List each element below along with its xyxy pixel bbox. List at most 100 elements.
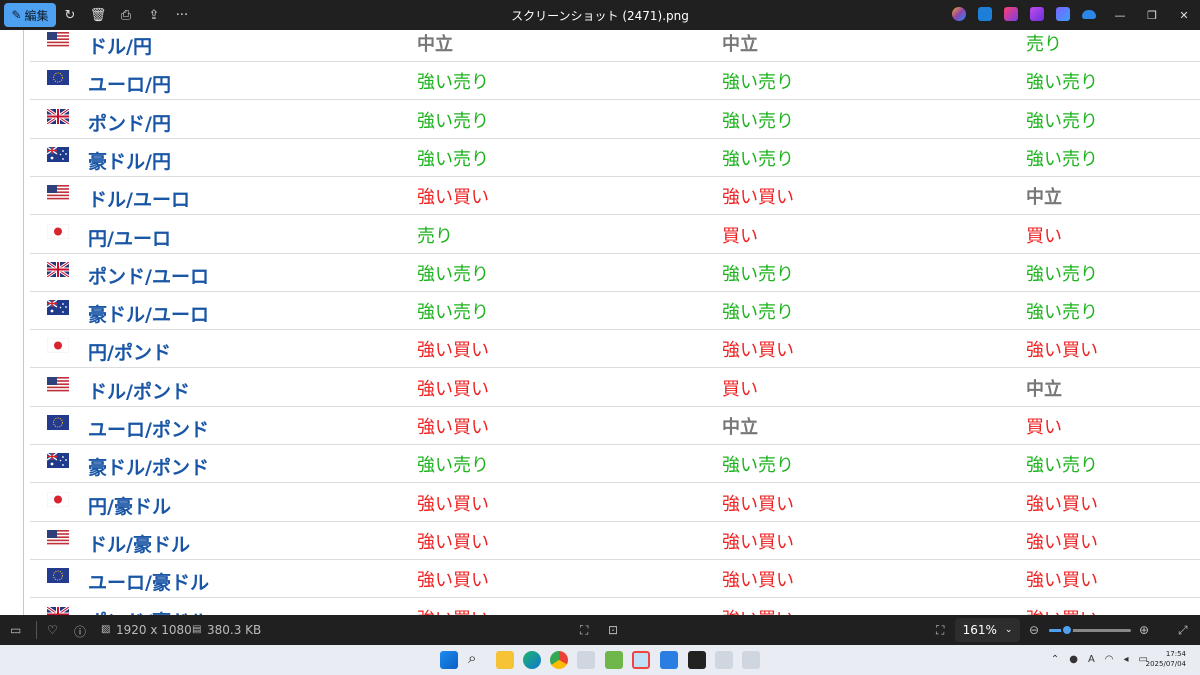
signal-cell: 強い買い (417, 605, 489, 616)
chevron-up-icon[interactable]: ⌃ (1051, 654, 1059, 665)
currency-pair: ポンド/円 (88, 112, 171, 135)
us-flag-icon (47, 185, 69, 201)
designer-icon[interactable] (978, 7, 992, 21)
ime-icon[interactable]: A (1088, 654, 1095, 665)
filmstrip-icon[interactable]: ▭ (10, 623, 21, 637)
heart-icon[interactable]: ♡ (47, 623, 58, 637)
signal-cell: 強い売り (1026, 72, 1098, 94)
photos-icon[interactable] (1056, 7, 1070, 21)
fullscreen-icon[interactable]: ⤢ (1178, 623, 1188, 638)
fit-screen-icon[interactable]: ⛶ (936, 623, 944, 638)
share-icon[interactable]: ⇪ (140, 3, 168, 27)
table-row: 円/ユーロ 売り 買い 買い (30, 216, 1200, 254)
close-icon[interactable]: ✕ (1168, 0, 1200, 30)
clipchamp-icon[interactable] (1004, 7, 1018, 21)
signal-cell: 強い買い (417, 378, 489, 400)
file-icon: ▤ (192, 624, 202, 635)
currency-pair: ドル/豪ドル (88, 533, 190, 556)
signal-cell: 強い売り (1026, 110, 1098, 132)
currency-pair: ユーロ/円 (88, 74, 171, 97)
signal-cell: 強い売り (417, 148, 489, 170)
file-size: 380.3 KB (207, 623, 262, 637)
currency-pair: ドル/ユーロ (88, 189, 190, 212)
signal-cell: 買い (1026, 225, 1062, 247)
pencil-icon: ✎ (11, 8, 22, 22)
signal-cell: 強い買い (722, 531, 794, 553)
signal-cell: 強い売り (722, 263, 794, 285)
signal-cell: 強い売り (1026, 302, 1098, 324)
signal-cell: 強い売り (417, 302, 489, 324)
photos-app-icon[interactable] (660, 651, 678, 669)
currency-pair: ドル/ポンド (88, 380, 190, 403)
currency-pair: ユーロ/ポンド (88, 419, 209, 441)
table-row: ドル/円 中立 中立 売り (30, 30, 1200, 62)
minimize-icon[interactable]: — (1104, 0, 1136, 30)
zoom-out-icon[interactable]: ⊖ (1029, 623, 1039, 637)
zoom-slider-handle[interactable] (1061, 624, 1074, 636)
zoom-in-icon[interactable]: ⊕ (1139, 623, 1149, 637)
table-row: 豪ドル/円 強い売り 強い売り 強い売り (30, 139, 1200, 177)
info-icon[interactable]: ⓘ (74, 623, 86, 640)
screen-select-icon[interactable]: ⛶ (580, 623, 588, 638)
zoom-value: 161% (962, 623, 997, 637)
sticky-notes-icon[interactable] (688, 651, 706, 669)
signal-cell: 強い売り (1026, 263, 1098, 285)
app-icon[interactable] (742, 651, 760, 669)
japan-flag-icon (46, 491, 70, 507)
eu-flag-icon (47, 568, 69, 584)
print-icon[interactable]: ⎙ (112, 3, 140, 27)
notepad-plus-icon[interactable] (605, 651, 623, 669)
uk-flag-icon (46, 107, 70, 125)
signal-cell: 強い買い (722, 340, 794, 362)
notepad-icon[interactable] (632, 651, 650, 669)
signal-cell: 中立 (1026, 378, 1062, 400)
edit-label: 編集 (24, 8, 49, 23)
app-icon[interactable] (577, 651, 595, 669)
volume-icon[interactable]: ◂ (1124, 654, 1129, 665)
eu-flag-icon (47, 415, 69, 430)
wifi-icon[interactable]: ◠ (1105, 654, 1114, 665)
search-icon[interactable]: ⌕ (468, 649, 486, 667)
security-icon[interactable]: ● (1069, 654, 1078, 665)
zoom-dropdown[interactable]: 161% ⌄ (955, 618, 1020, 642)
uk-flag-icon (46, 260, 70, 279)
signal-cell: 強い売り (722, 455, 794, 477)
signal-cell: 中立 (1026, 187, 1062, 209)
start-icon[interactable] (440, 651, 458, 669)
australia-flag-icon (46, 146, 69, 162)
currency-pair: 豪ドル/ポンド (88, 457, 209, 480)
signal-cell: 中立 (722, 417, 758, 438)
more-icon[interactable]: ··· (168, 3, 196, 27)
us-flag-icon (47, 32, 69, 47)
trash-icon[interactable]: 🗑 (84, 3, 112, 27)
maximize-icon[interactable]: ❐ (1136, 0, 1168, 30)
zoom-slider[interactable] (1049, 624, 1131, 636)
us-flag-icon (47, 376, 69, 392)
app-icon[interactable] (715, 651, 733, 669)
taskbar: ⌕ ⌃ ● A ◠ ◂ ▭ 17:54 2025/07/04 (0, 645, 1200, 675)
copilot-icon[interactable] (952, 7, 966, 21)
signal-cell: 強い売り (722, 72, 794, 94)
signal-cell: 強い買い (417, 493, 489, 515)
status-bar: ▭ ♡ ⓘ ▨ 1920 x 1080 ▤ 380.3 KB ⛶ ⊡ ⛶ 161… (0, 615, 1200, 645)
file-explorer-icon[interactable] (496, 651, 514, 669)
text-scan-icon[interactable]: ⊡ (608, 623, 618, 637)
rotate-icon[interactable]: ↻ (56, 3, 84, 27)
divider (36, 621, 37, 639)
edge-icon[interactable] (523, 651, 541, 669)
signal-cell: 中立 (417, 34, 453, 55)
table-row: ポンド/円 強い売り 強い売り 強い売り (30, 101, 1200, 139)
currency-pair: 豪ドル/円 (88, 150, 171, 173)
clock-date: 2025/07/04 (1145, 660, 1186, 668)
image-canvas: ドル/円 中立 中立 売り ユーロ/円 強い売り 強い売り 強い売り ポンド/円 強い売り 強い売り… (0, 30, 1200, 615)
signal-cell: 強い売り (417, 263, 489, 285)
onedrive-icon[interactable] (1082, 10, 1096, 19)
signal-cell: 売り (417, 225, 453, 247)
clock-time: 17:54 (1165, 650, 1186, 658)
chrome-icon[interactable] (550, 651, 568, 669)
currency-pair: 円/ポンド (88, 342, 171, 365)
edit-button[interactable]: ✎ 編集 (4, 3, 56, 27)
video-editor-icon[interactable] (1030, 7, 1044, 21)
clock[interactable]: 17:54 2025/07/04 (1146, 649, 1186, 669)
signal-cell: 強い買い (417, 187, 489, 209)
